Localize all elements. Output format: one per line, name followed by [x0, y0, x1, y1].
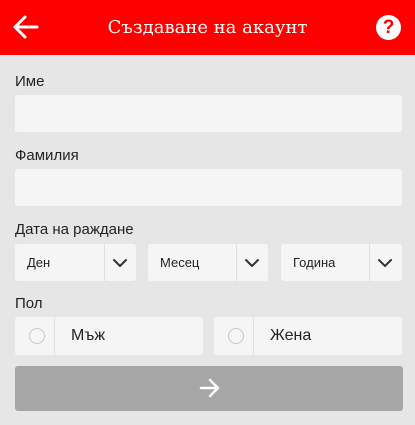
birth-month-value: Месец — [160, 255, 200, 270]
select-divider — [236, 244, 237, 281]
birth-year-value: Година — [293, 255, 336, 270]
gender-label: Пол — [15, 295, 43, 312]
select-divider — [369, 244, 370, 281]
arrow-left-icon — [13, 15, 39, 39]
first-name-label: Име — [15, 73, 45, 90]
question-circle-icon: ? — [382, 17, 395, 38]
chevron-down-icon — [113, 259, 127, 267]
help-button[interactable]: ? — [376, 15, 401, 40]
birth-year-select[interactable]: Година — [281, 244, 402, 281]
chevron-down-icon — [378, 259, 392, 267]
page-title: Създаване на акаунт — [107, 17, 308, 38]
first-name-input[interactable] — [15, 95, 402, 132]
submit-button[interactable] — [15, 366, 403, 411]
radio-circle-icon[interactable] — [29, 328, 45, 344]
arrow-right-icon — [199, 378, 220, 398]
gender-female-option[interactable]: Жена — [214, 317, 402, 355]
gender-female-label: Жена — [270, 327, 312, 344]
gender-male-option[interactable]: Мъж — [15, 317, 203, 355]
back-button[interactable] — [10, 11, 42, 43]
last-name-label: Фамилия — [15, 147, 79, 164]
radio-circle-icon[interactable] — [228, 328, 244, 344]
gender-male-label: Мъж — [71, 327, 106, 344]
chevron-down-icon — [245, 259, 259, 267]
birth-month-select[interactable]: Месец — [148, 244, 268, 281]
last-name-input[interactable] — [15, 169, 402, 206]
select-divider — [104, 244, 105, 281]
birth-day-value: Ден — [27, 255, 51, 270]
birth-date-label: Дата на раждане — [15, 221, 134, 238]
radio-divider — [54, 317, 55, 355]
radio-divider — [253, 317, 254, 355]
birth-day-select[interactable]: Ден — [15, 244, 136, 281]
app-header: Създаване на акаунт ? — [0, 0, 415, 55]
